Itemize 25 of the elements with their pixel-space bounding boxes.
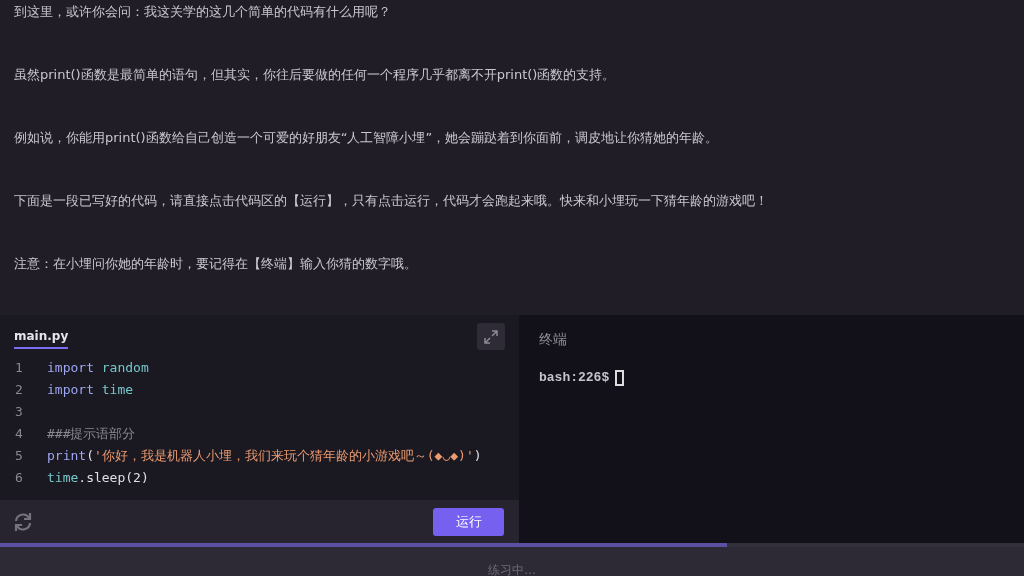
paragraph: 虽然print()函数是最简单的语句，但其实，你往后要做的任何一个程序几乎都离不开print()函数的支持。	[14, 67, 617, 84]
terminal-prompt: bash:226$	[539, 369, 610, 387]
expand-icon	[483, 328, 499, 345]
code-line: ###提示语部分	[47, 425, 136, 443]
paragraph: 到这里，或许你会问：我这关学的这几个简单的代码有什么用呢？	[14, 4, 392, 21]
paragraph: 下面是一段已写好的代码，请直接点击代码区的【运行】，只有点击运行，代码才会跑起来哦。快来和小埋玩一下猜年龄的游戏吧！	[14, 193, 769, 210]
line-number: 1	[14, 359, 24, 377]
code-line: print('你好，我是机器人小埋，我们来玩个猜年龄的小游戏吧～(◆◡◆)')	[47, 447, 482, 465]
line-number: 5	[14, 447, 24, 465]
code-line: time.sleep(2)	[47, 469, 149, 487]
paragraph: 例如说，你能用print()函数给自己创造一个可爱的好朋友“人工智障小埋”，她会蹦跶着到你面前，调皮地让你猜她的年龄。	[14, 130, 720, 147]
status-text: 练习中...	[488, 562, 536, 576]
reset-icon[interactable]	[12, 510, 34, 533]
terminal-title: 终端	[539, 330, 568, 349]
file-tab[interactable]: main.py	[14, 327, 69, 349]
code-line: import random	[47, 359, 149, 377]
paragraph: 注意：在小埋问你她的年龄时，要记得在【终端】输入你猜的数字哦。	[14, 256, 418, 273]
line-number: 4	[14, 425, 24, 443]
line-number: 2	[14, 381, 24, 399]
expand-button[interactable]	[477, 323, 505, 350]
run-button[interactable]: 运行	[433, 507, 504, 536]
cursor-icon	[615, 369, 625, 386]
line-number: 3	[14, 403, 24, 421]
line-number: 6	[14, 469, 24, 487]
code-line: import time	[47, 381, 134, 399]
